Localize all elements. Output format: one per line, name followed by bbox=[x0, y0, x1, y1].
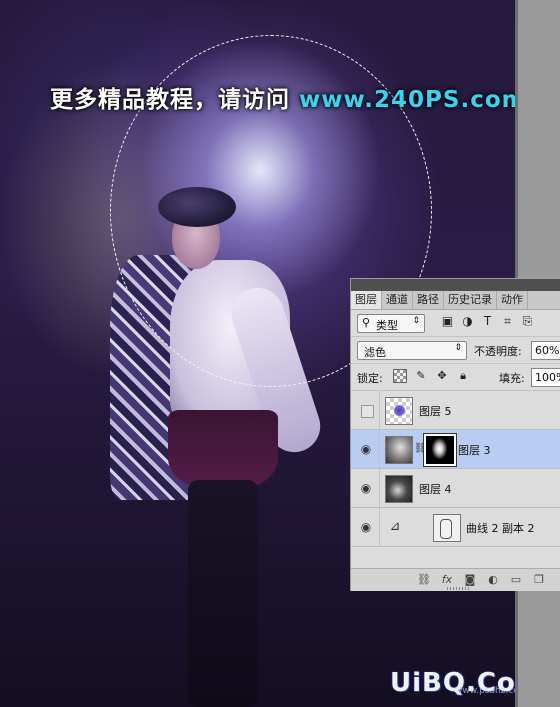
eye-icon[interactable]: ◉ bbox=[358, 480, 374, 496]
divider bbox=[379, 469, 380, 507]
type-filter-icon[interactable]: T bbox=[481, 314, 494, 328]
image-filter-icon[interactable]: ▣ bbox=[441, 314, 454, 328]
watermark-banner: 更多精品教程，请访问 www.240PS.com bbox=[50, 80, 515, 114]
tab-layers[interactable]: 图层 bbox=[351, 291, 382, 309]
opacity-field[interactable]: 60% bbox=[531, 341, 560, 360]
layer-name[interactable]: 图层 3 bbox=[458, 442, 491, 458]
lock-transparent-icon[interactable] bbox=[393, 369, 407, 383]
subject-skirt bbox=[168, 410, 278, 490]
eye-icon[interactable]: ◉ bbox=[358, 441, 374, 457]
blend-mode-value: 滤色 bbox=[364, 346, 386, 359]
new-group-icon[interactable]: ▭ bbox=[509, 573, 523, 587]
new-layer-icon[interactable]: ❐ bbox=[532, 573, 546, 587]
tab-history[interactable]: 历史记录 bbox=[444, 291, 497, 309]
layers-panel: 图层 通道 路径 历史记录 动作 ⚲ 类型 ⇕ ▣ ◑ T ⌗ ⎘ 滤色 ⇕ 不… bbox=[350, 278, 560, 591]
tab-channels[interactable]: 通道 bbox=[382, 291, 413, 309]
layer-row[interactable]: 图层 5 bbox=[351, 391, 560, 430]
layer-row[interactable]: ◉ 图层 4 bbox=[351, 469, 560, 508]
tab-paths[interactable]: 路径 bbox=[413, 291, 444, 309]
fill-value: 100% bbox=[535, 371, 560, 384]
opacity-value: 60% bbox=[535, 344, 560, 357]
new-adjustment-icon[interactable]: ◐ bbox=[486, 573, 500, 587]
watermark-chinese-text: 更多精品教程，请访问 bbox=[50, 87, 290, 113]
bottom-icons: ⛓ fx ◙ ◐ ▭ ❐ bbox=[417, 573, 546, 587]
layer-thumbnail bbox=[385, 397, 413, 425]
subject-legs bbox=[188, 480, 258, 707]
layer-mask-thumbnail[interactable] bbox=[423, 433, 457, 467]
layer-name[interactable]: 曲线 2 副本 2 bbox=[466, 520, 535, 536]
resize-grip[interactable] bbox=[447, 587, 471, 590]
smart-object-filter-icon[interactable]: ⎘ bbox=[521, 314, 534, 328]
panel-title-bar[interactable] bbox=[351, 279, 560, 291]
layer-thumbnail bbox=[385, 436, 413, 464]
layer-row-selected[interactable]: ◉ ⛓ 图层 3 bbox=[351, 430, 560, 469]
tab-actions[interactable]: 动作 bbox=[497, 291, 528, 309]
lock-position-icon[interactable]: ✥ bbox=[435, 368, 449, 383]
divider bbox=[379, 391, 380, 429]
shape-filter-icon[interactable]: ⌗ bbox=[501, 314, 514, 328]
watermark-url: www.240PS.com bbox=[299, 87, 515, 113]
site-logo-subtext: www.psahz.com bbox=[455, 686, 515, 696]
fx-icon[interactable]: fx bbox=[440, 573, 454, 587]
panel-bottom-toolbar: ⛓ fx ◙ ◐ ▭ ❐ bbox=[351, 568, 560, 591]
fill-field[interactable]: 100% bbox=[531, 368, 560, 387]
layer-name[interactable]: 图层 4 bbox=[419, 481, 452, 497]
eye-icon[interactable]: ◉ bbox=[358, 519, 374, 535]
filter-kind-dropdown[interactable]: ⚲ 类型 ⇕ bbox=[357, 314, 425, 333]
panel-tabs: 图层 通道 路径 历史记录 动作 bbox=[351, 291, 560, 310]
filter-icons: ▣ ◑ T ⌗ ⎘ bbox=[441, 314, 534, 328]
visibility-toggle-off[interactable] bbox=[361, 405, 374, 418]
layer-thumbnail bbox=[385, 475, 413, 503]
filter-kind-value: 类型 bbox=[376, 319, 398, 332]
layer-row[interactable]: ◉ ⊿ 曲线 2 副本 2 bbox=[351, 508, 560, 547]
divider bbox=[379, 430, 380, 468]
search-icon: ⚲ bbox=[362, 316, 371, 329]
layer-name[interactable]: 图层 5 bbox=[419, 403, 452, 419]
lock-all-icon[interactable]: 🔒︎ bbox=[456, 368, 470, 383]
layer-filter-row: ⚲ 类型 ⇕ ▣ ◑ T ⌗ ⎘ bbox=[351, 310, 560, 337]
curves-adjustment-icon: ⊿ bbox=[389, 519, 401, 534]
lock-image-icon[interactable]: ✎ bbox=[414, 368, 428, 383]
link-layers-icon[interactable]: ⛓ bbox=[417, 573, 431, 587]
lock-row: 锁定: ✎ ✥ 🔒︎ 填充: 100% bbox=[351, 364, 560, 391]
dropdown-arrows-icon: ⇕ bbox=[412, 316, 420, 326]
lock-icons: ✎ ✥ 🔒︎ bbox=[393, 368, 470, 383]
add-mask-icon[interactable]: ◙ bbox=[463, 573, 477, 587]
lock-label: 锁定: bbox=[357, 372, 383, 385]
fill-label: 填充: bbox=[499, 372, 525, 385]
blend-row: 滤色 ⇕ 不透明度: 60% bbox=[351, 337, 560, 364]
layer-mask-thumbnail[interactable] bbox=[433, 514, 461, 542]
opacity-label: 不透明度: bbox=[474, 345, 522, 358]
adjustment-filter-icon[interactable]: ◑ bbox=[461, 314, 474, 328]
blend-mode-dropdown[interactable]: 滤色 ⇕ bbox=[357, 341, 467, 360]
divider bbox=[379, 508, 380, 546]
dropdown-arrows-icon: ⇕ bbox=[454, 343, 462, 353]
